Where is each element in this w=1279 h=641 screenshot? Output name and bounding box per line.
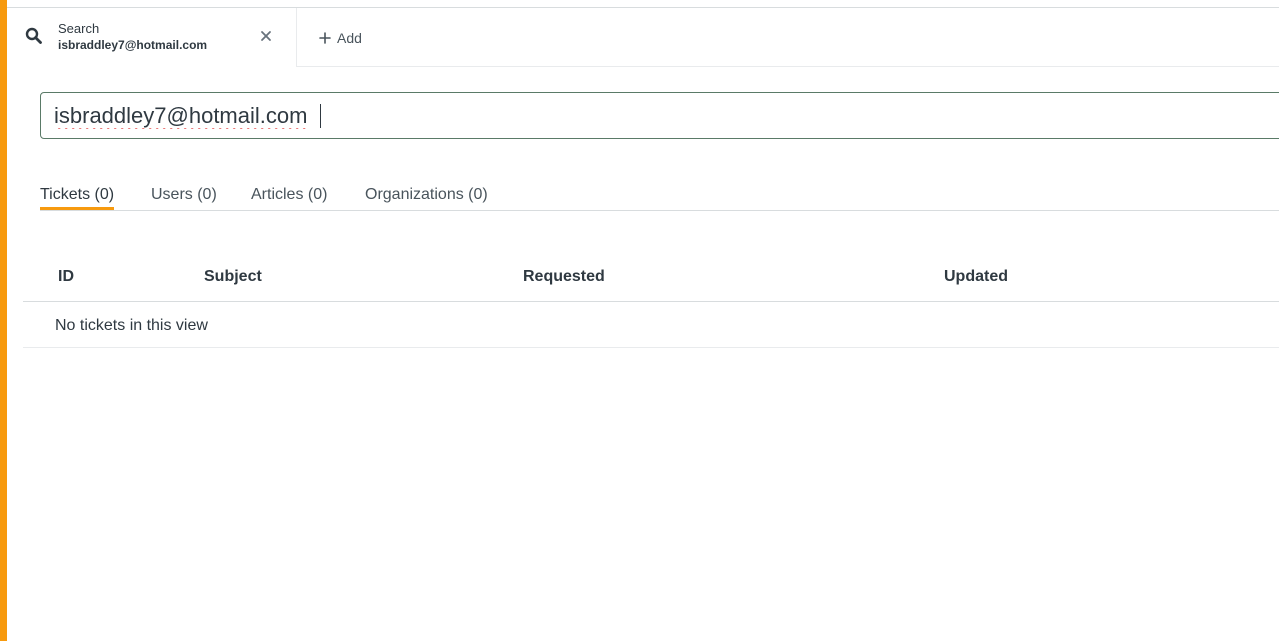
- tickets-table: ID Subject Requested Updated No tickets …: [23, 254, 1279, 348]
- tab-articles[interactable]: Articles (0): [251, 186, 327, 204]
- tab-tickets[interactable]: Tickets (0): [40, 186, 115, 210]
- column-header-updated[interactable]: Updated: [944, 268, 1008, 286]
- search-tab[interactable]: Search isbraddley7@hotmail.com: [7, 8, 297, 67]
- plus-icon: [319, 32, 331, 44]
- search-icon: [25, 27, 42, 44]
- tab-users[interactable]: Users (0): [151, 186, 217, 204]
- result-type-tabs: Tickets (0) Users (0) Articles (0) Organ…: [40, 180, 1279, 211]
- column-header-id[interactable]: ID: [58, 268, 74, 286]
- add-tab-button[interactable]: Add: [319, 28, 362, 48]
- search-input[interactable]: [40, 92, 1279, 139]
- search-tab-title: Search: [58, 21, 100, 36]
- top-strip: [0, 0, 1279, 8]
- empty-state-message: No tickets in this view: [55, 317, 208, 334]
- tab-bar: Search isbraddley7@hotmail.com Add: [7, 8, 1279, 67]
- column-header-requested[interactable]: Requested: [523, 268, 605, 286]
- column-header-subject[interactable]: Subject: [204, 268, 262, 286]
- close-icon[interactable]: [258, 28, 274, 44]
- accent-bar: [0, 0, 7, 641]
- table-header: ID Subject Requested Updated: [23, 254, 1279, 302]
- search-tab-subtitle: isbraddley7@hotmail.com: [58, 38, 208, 52]
- app-window: Search isbraddley7@hotmail.com Add Ticke…: [0, 0, 1279, 641]
- text-caret: [320, 104, 321, 128]
- add-tab-label: Add: [337, 30, 362, 46]
- tab-organizations[interactable]: Organizations (0): [365, 186, 488, 204]
- empty-state-row: No tickets in this view: [23, 302, 1279, 348]
